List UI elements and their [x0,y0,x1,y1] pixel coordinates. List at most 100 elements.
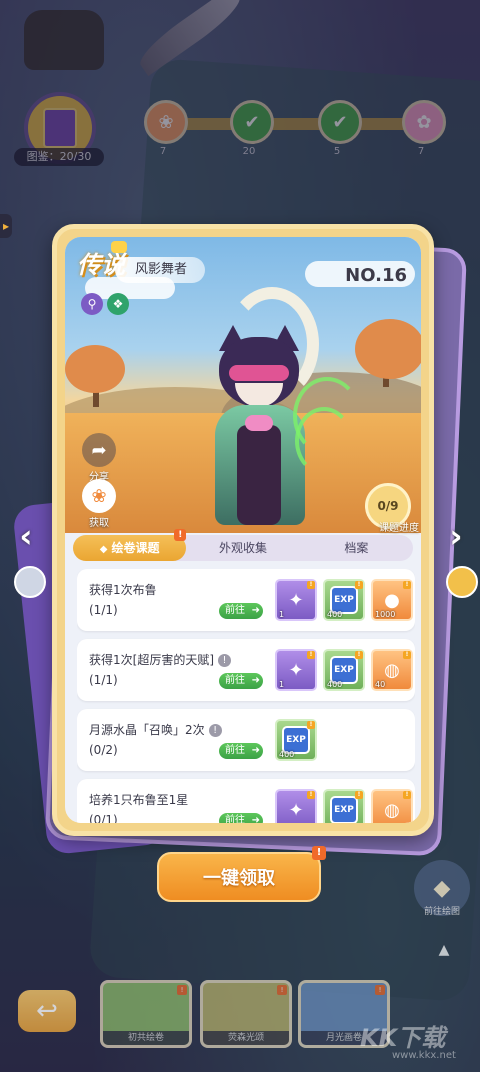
side-expand-arrow[interactable]: ▸ [0,214,12,238]
go-button[interactable]: 前往 ➜ [219,813,263,823]
task-title-text: 获得1次布鲁 [89,583,157,597]
key-icon: ⚲ [81,293,103,315]
arrow-right-icon: ➜ [251,675,260,686]
task-title: 获得1次[超厉害的天赋]! [89,651,231,668]
go-label: 前往 [225,605,245,616]
watermark-url: www.kkx.net [392,1050,456,1061]
exp-icon: EXP [330,796,358,823]
go-label: 前往 [225,745,245,756]
crystal-icon: ✦ [288,659,304,681]
go-label: 前往 [225,675,245,686]
task-row: 获得1次[超厉害的天赋]! (1/1) 前往 ➜ ✦! 1 EXP! 400 ◍! 40 [77,639,415,701]
card-number: NO.16 [345,265,407,286]
compass-icon: ◆ [433,875,451,901]
potion-icon: ◍ [384,659,400,681]
scene-thumb-caption: 荧森光颂 [203,1031,289,1045]
next-card-avatar[interactable] [446,566,478,598]
thumb-badge: ! [277,985,287,995]
task-title: 获得1次布鲁 [89,581,157,598]
reward-amount: 1 [279,680,285,689]
task-title-text: 获得1次[超厉害的天赋] [89,653,214,667]
reward-item[interactable]: EXP! 400 [323,579,365,621]
reward-amount: 400 [327,680,343,689]
paw-icon: ❀ [82,479,116,513]
reward-corner-badge: ! [403,791,411,799]
go-button[interactable]: 前往 ➜ [219,673,263,689]
reward-amount: 1 [279,610,285,619]
task-list: 获得1次布鲁 (1/1) 前往 ➜ ✦! 1 EXP! 400 ●! 1000 获得1次[超厉害的天… [77,569,415,823]
reward-corner-badge: ! [355,581,363,589]
arrow-right-icon: ➜ [251,605,260,616]
reward-list: ✦! 1 EXP! 400 ◍! 40 [275,649,413,691]
watermark: KK下载 [360,1024,446,1052]
reward-corner-badge: ! [355,791,363,799]
next-card-arrow[interactable]: › [442,518,470,554]
tab-2[interactable]: 外观收集 [186,535,299,561]
task-progress: (0/2) [89,743,118,757]
task-row: 获得1次布鲁 (1/1) 前往 ➜ ✦! 1 EXP! 400 ●! 1000 [77,569,415,631]
scene-thumb-1[interactable]: 初共绘卷! [100,980,192,1048]
task-title-text: 月源水晶「召唤」2次 [89,723,205,737]
info-icon[interactable]: ! [208,724,222,737]
reward-item[interactable]: ◍! 40 [371,649,413,691]
reward-list: ✦! 1 EXP! 400 ●! 1000 [275,579,413,621]
task-title: 月源水晶「召唤」2次! [89,721,222,738]
pokedex-card: 传说 风影舞者 ⚲ ❖ NO.16 ➦ 分享 ❀ 获取 0/9 课题进度 ◆ 绘卷课… [52,224,434,836]
reward-item[interactable]: ◍! [371,789,413,823]
share-arrow-icon: ➦ [82,433,116,467]
claim-all-button[interactable]: 一键领取 [157,852,321,902]
go-draw-label: 前往绘图 [423,907,460,917]
task-progress-label: 课题进度 [379,523,419,534]
prev-card-arrow[interactable]: ‹ [12,518,40,554]
back-button[interactable]: ↩ [18,990,76,1032]
card-tabs: ◆ 绘卷课题! 外观收集 档案 [73,529,413,561]
diamond-icon: ◆ [99,544,108,555]
rarity-tag-icon [111,241,127,253]
crystal-icon: ✦ [288,589,304,611]
scene-thumb-2[interactable]: 荧森光颂! [200,980,292,1048]
crystal-icon: ✦ [288,799,304,821]
obtain-button[interactable]: ❀ 获取 [77,479,121,529]
task-progress: (0/1) [89,813,118,823]
go-label: 前往 [225,815,245,823]
reward-item[interactable]: ✦! 1 [275,649,317,691]
reward-amount: 400 [279,750,295,759]
info-icon[interactable]: ! [218,654,231,667]
arrow-right-icon: ➜ [251,745,260,756]
task-row: 月源水晶「召唤」2次! (0/2) 前往 ➜ EXP! 400 [77,709,415,771]
reward-corner-badge: ! [403,581,411,589]
card-artwork: 传说 风影舞者 ⚲ ❖ NO.16 ➦ 分享 ❀ 获取 0/9 课题进度 [65,237,421,534]
reward-item[interactable]: EXP! 400 [323,649,365,691]
tab-label: 绘卷课题 [111,541,160,555]
task-progress: (1/1) [89,673,118,687]
tab-3[interactable]: 档案 [300,535,413,561]
reward-corner-badge: ! [307,651,315,659]
go-button[interactable]: 前往 ➜ [219,603,263,619]
tab-1[interactable]: ◆ 绘卷课题! [73,529,187,561]
tab-badge: ! [174,529,187,541]
go-button[interactable]: 前往 ➜ [219,743,263,759]
reward-item[interactable]: EXP! [323,789,365,823]
prev-card-avatar[interactable] [14,566,46,598]
reward-amount: 1000 [375,610,396,619]
thumb-badge: ! [375,985,385,995]
share-button[interactable]: ➦ 分享 [77,433,121,483]
reward-amount: 400 [327,610,343,619]
thumb-badge: ! [177,985,187,995]
reward-item[interactable]: ✦! [275,789,317,823]
character-name: 风影舞者 [115,257,206,283]
reward-corner-badge: ! [307,791,315,799]
tab-label: 外观收集 [218,541,267,555]
scroll-up-icon[interactable]: ▲ [430,942,458,962]
attribute-icons: ⚲ ❖ [81,293,129,315]
reward-corner-badge: ! [355,651,363,659]
reward-list: EXP! 400 [275,719,317,761]
reward-item[interactable]: ✦! 1 [275,579,317,621]
reward-item[interactable]: EXP! 400 [275,719,317,761]
task-row: 培养1只布鲁至1星 (0/1) 前往 ➜ ✦! EXP! ◍! [77,779,415,823]
reward-item[interactable]: ●! 1000 [371,579,413,621]
return-arrow-icon: ↩ [36,996,58,1026]
scene-thumb-caption: 初共绘卷 [103,1031,189,1045]
task-title: 培养1只布鲁至1星 [89,791,188,808]
berry-icon: ● [384,589,400,611]
